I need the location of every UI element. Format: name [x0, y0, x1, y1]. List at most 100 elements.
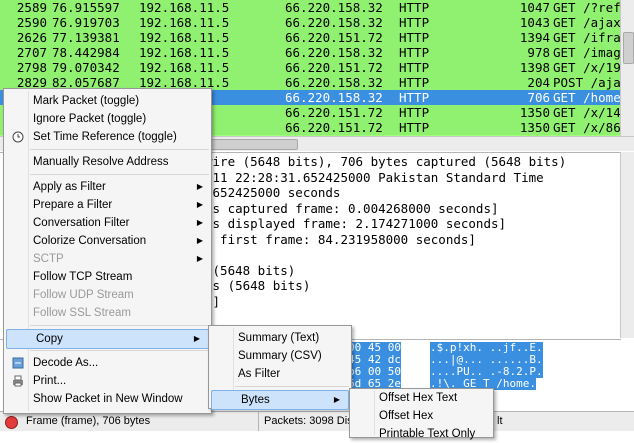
packet-cell-no: 2590: [16, 15, 47, 30]
copy-submenu: Summary (Text) Summary (CSV) As Filter Byte…: [208, 325, 352, 410]
menu-item-label: Colorize Conversation: [33, 235, 147, 247]
packet-cell-proto: HTTP: [399, 45, 430, 60]
packet-row[interactable]: 2589 76.915597 192.168.11.5 66.220.158.32 HT…: [0, 0, 634, 15]
menu-item-show-packet-in-new-window[interactable]: Show Packet in New Window: [4, 390, 211, 408]
clock-icon: [12, 131, 24, 143]
detail-line[interactable]: r first frame: 84.231958000 seconds]: [205, 232, 476, 247]
submenu-arrow-icon: ▶: [196, 254, 203, 263]
scroll-thumb[interactable]: [200, 139, 298, 150]
menu-separator: [30, 325, 209, 326]
submenu-arrow-icon: ▶: [196, 182, 203, 191]
detail-line[interactable]: (5648 bits): [205, 263, 296, 278]
menu-separator: [30, 350, 209, 351]
submenu-arrow-icon: ▶: [333, 395, 340, 404]
packet-cell-dst: 66.220.151.72: [285, 30, 383, 45]
menu-item-label: Print...: [33, 375, 67, 387]
packet-cell-dst: 66.220.151.72: [285, 60, 383, 75]
detail-line[interactable]: .652425000 seconds: [205, 185, 340, 200]
packet-cell-src: 192.168.11.5: [139, 15, 230, 30]
packet-cell-len: 1350: [519, 105, 550, 120]
menu-item-label: Follow TCP Stream: [33, 271, 133, 283]
packet-row[interactable]: 2626 77.139381 192.168.11.5 66.220.151.72 HT…: [0, 30, 634, 45]
packet-cell-proto: HTTP: [399, 90, 430, 105]
menu-item-manually-resolve-address[interactable]: Manually Resolve Address: [4, 153, 211, 171]
detail-line[interactable]: wire (5648 bits), 706 bytes captured (56…: [205, 154, 566, 169]
packet-cell-src: 192.168.11.5: [139, 60, 230, 75]
packet-cell-dst: 66.220.158.32: [285, 90, 383, 105]
menu-item-label: Bytes: [241, 394, 270, 406]
packet-cell-dst: 66.220.158.32: [285, 15, 383, 30]
menu-item-label: Conversation Filter: [33, 217, 130, 229]
expert-info-icon[interactable]: [5, 416, 18, 429]
menu-item-bytes[interactable]: Bytes ▶: [211, 390, 349, 410]
menu-item-decode-as[interactable]: Decode As...: [4, 354, 211, 372]
detail-line[interactable]: es (5648 bits): [205, 278, 310, 293]
scroll-thumb[interactable]: [623, 32, 634, 64]
menu-item-summary-csv[interactable]: Summary (CSV): [209, 347, 351, 365]
menu-item-print[interactable]: Print...: [4, 372, 211, 390]
detail-line[interactable]: 011 22:28:31.652425000 Pakistan Standard…: [205, 170, 544, 185]
menu-item-ignore-packet-toggle[interactable]: Ignore Packet (toggle): [4, 110, 211, 128]
status-right-text: lt: [497, 415, 503, 427]
menu-item-copy[interactable]: Copy ▶: [6, 329, 209, 349]
packet-cell-proto: HTTP: [399, 15, 430, 30]
packet-cell-dst: 66.220.151.72: [285, 105, 383, 120]
menu-item-prepare-a-filter[interactable]: Prepare a Filter ▶: [4, 196, 211, 214]
status-frame-text: Frame (frame), 706 bytes: [26, 415, 151, 427]
packet-row[interactable]: 2798 79.070342 192.168.11.5 66.220.151.72 HT…: [0, 60, 634, 75]
packet-row[interactable]: 2590 76.919703 192.168.11.5 66.220.158.32 HT…: [0, 15, 634, 30]
packet-cell-proto: HTTP: [399, 105, 430, 120]
menu-item-offset-hex-text[interactable]: Offset Hex Text: [350, 389, 493, 407]
menu-separator: [30, 174, 209, 175]
menu-item-offset-hex[interactable]: Offset Hex: [350, 407, 493, 425]
packet-cell-proto: HTTP: [399, 75, 430, 90]
packet-row[interactable]: 2707 78.442984 192.168.11.5 66.220.158.32 HT…: [0, 45, 634, 60]
packet-cell-len: 706: [527, 90, 550, 105]
menu-item-sctp[interactable]: SCTP ▶: [4, 250, 211, 268]
decode-icon: [12, 357, 24, 369]
menu-item-printable-text-only[interactable]: Printable Text Only: [350, 425, 493, 443]
packet-cell-dst: 66.220.151.72: [285, 120, 383, 135]
menu-item-follow-udp-stream[interactable]: Follow UDP Stream: [4, 286, 211, 304]
packet-cell-src: 192.168.11.5: [139, 45, 230, 60]
submenu-arrow-icon: ▶: [193, 334, 200, 343]
packet-context-menu: Mark Packet (toggle) Ignore Packet (toggl…: [3, 88, 212, 414]
menu-item-mark-packet-toggle[interactable]: Mark Packet (toggle): [4, 92, 211, 110]
packet-cell-proto: HTTP: [399, 120, 430, 135]
submenu-arrow-icon: ▶: [196, 218, 203, 227]
menu-item-conversation-filter[interactable]: Conversation Filter ▶: [4, 214, 211, 232]
packet-cell-time: 77.139381: [52, 30, 120, 45]
packet-cell-proto: HTTP: [399, 0, 430, 15]
menu-item-label: Follow UDP Stream: [33, 289, 134, 301]
packet-cell-time: 78.442984: [52, 45, 120, 60]
detail-line[interactable]: us captured frame: 0.004268000 seconds]: [205, 201, 499, 216]
menu-item-as-filter[interactable]: As Filter: [209, 365, 351, 383]
detail-line[interactable]: us displayed frame: 2.174271000 seconds]: [205, 216, 506, 231]
submenu-arrow-icon: ▶: [196, 200, 203, 209]
menu-item-label: Copy: [36, 333, 63, 345]
packet-cell-len: 1394: [519, 30, 550, 45]
menu-item-set-time-reference-toggle[interactable]: Set Time Reference (toggle): [4, 128, 211, 146]
menu-item-label: Set Time Reference (toggle): [33, 131, 177, 143]
packet-cell-len: 1043: [519, 15, 550, 30]
packet-cell-len: 978: [527, 45, 550, 60]
menu-item-label: Apply as Filter: [33, 181, 106, 193]
menu-separator: [235, 386, 349, 387]
packet-cell-no: 2589: [16, 0, 47, 15]
menu-separator: [30, 149, 209, 150]
menu-item-label: Follow SSL Stream: [33, 307, 131, 319]
menu-item-apply-as-filter[interactable]: Apply as Filter ▶: [4, 178, 211, 196]
printer-icon: [12, 375, 24, 387]
status-divider: [258, 412, 259, 431]
menu-item-follow-ssl-stream[interactable]: Follow SSL Stream: [4, 304, 211, 322]
packet-cell-dst: 66.220.158.32: [285, 75, 383, 90]
packet-cell-src: 192.168.11.5: [139, 30, 230, 45]
menu-item-follow-tcp-stream[interactable]: Follow TCP Stream: [4, 268, 211, 286]
packet-cell-len: 204: [527, 75, 550, 90]
menu-item-summary-text[interactable]: Summary (Text): [209, 329, 351, 347]
details-vscrollbar[interactable]: [620, 152, 634, 338]
packet-list-vscrollbar[interactable]: [620, 0, 634, 136]
status-packets-text: Packets: 3098 Dis: [264, 415, 353, 427]
menu-item-colorize-conversation[interactable]: Colorize Conversation ▶: [4, 232, 211, 250]
packet-cell-time: 76.915597: [52, 0, 120, 15]
